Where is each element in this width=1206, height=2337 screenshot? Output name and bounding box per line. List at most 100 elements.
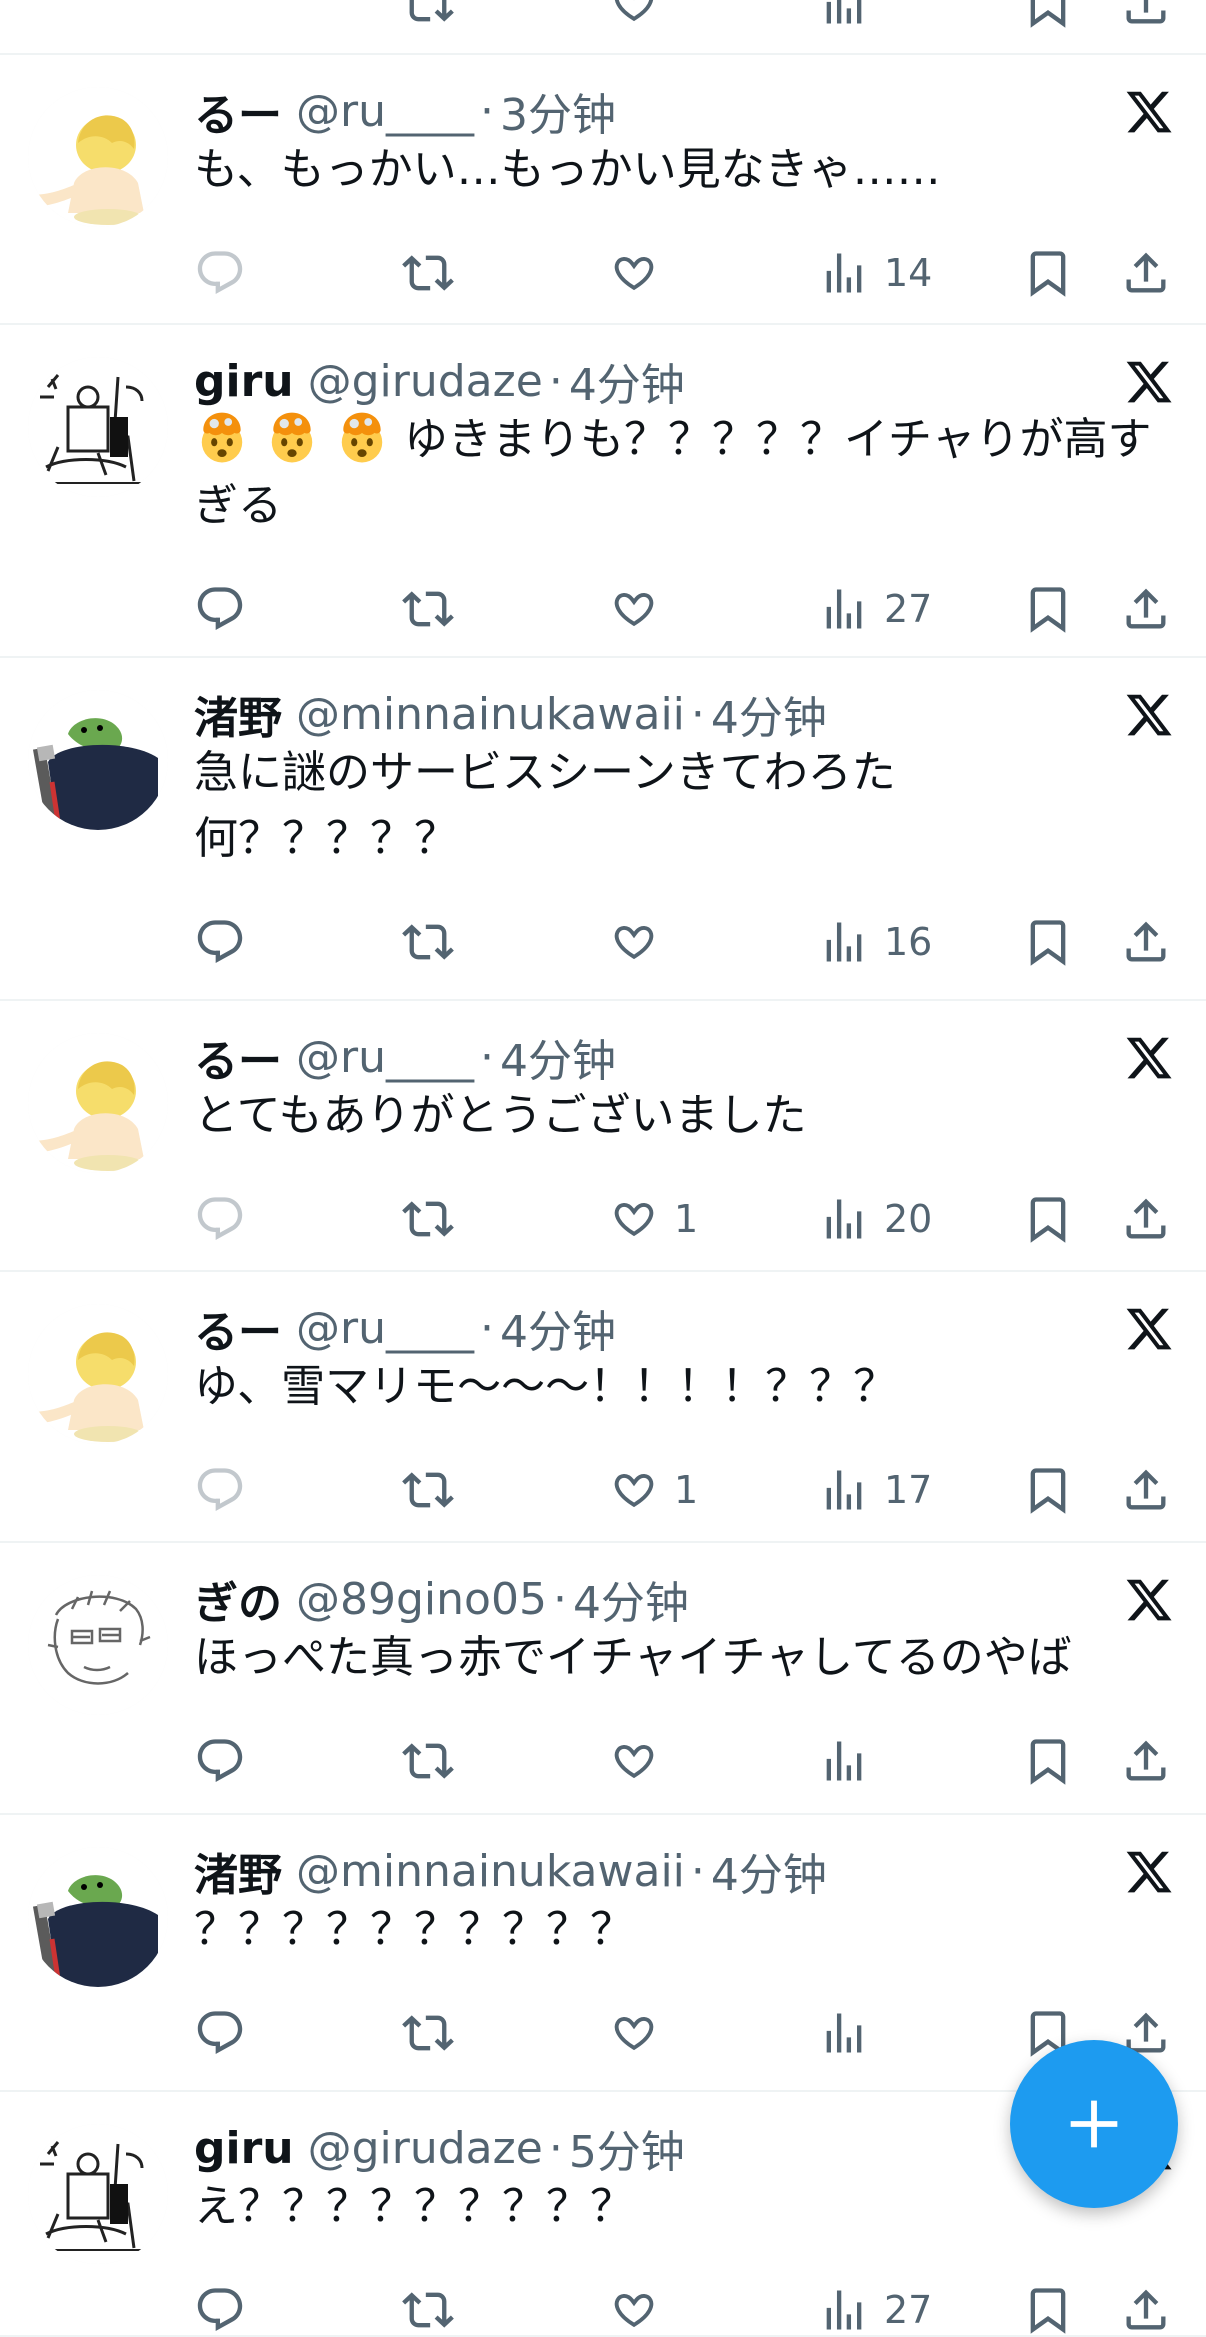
avatar[interactable]: [28, 2124, 168, 2264]
separator-dot: ·: [479, 85, 494, 137]
share-button[interactable]: [1120, 579, 1172, 639]
timestamp[interactable]: 4分钟: [711, 682, 827, 746]
retweet-button[interactable]: [402, 243, 468, 303]
reply-button[interactable]: [194, 1189, 260, 1249]
user-handle[interactable]: @girudaze: [308, 356, 543, 407]
avatar[interactable]: [28, 1847, 168, 1987]
share-button[interactable]: [1120, 0, 1172, 34]
timestamp[interactable]: 4分钟: [500, 1025, 616, 1089]
user-handle[interactable]: @minnainukawaii: [296, 1846, 685, 1897]
like-button[interactable]: 1: [608, 1460, 698, 1520]
reply-button[interactable]: [194, 2003, 260, 2063]
bookmark-button[interactable]: [1022, 2280, 1074, 2337]
bookmark-button[interactable]: [1022, 1731, 1074, 1791]
display-name[interactable]: るー: [194, 1025, 282, 1089]
avatar[interactable]: [28, 1304, 168, 1444]
retweet-button[interactable]: [402, 1460, 468, 1520]
tweet[interactable]: るー @ru____ · 3分钟 も、もっかい…もっかい見なきゃ…… 14: [0, 55, 1206, 325]
like-button[interactable]: [608, 579, 674, 639]
display-name[interactable]: ぎの: [194, 1567, 282, 1631]
share-button[interactable]: [1120, 1731, 1172, 1791]
avatar[interactable]: [28, 357, 168, 497]
reply-button[interactable]: [194, 1460, 260, 1520]
views-button[interactable]: 27: [818, 2280, 932, 2337]
reply-button[interactable]: [194, 243, 260, 303]
like-button[interactable]: [608, 1731, 674, 1791]
user-handle[interactable]: @ru____: [296, 86, 474, 137]
bookmark-button[interactable]: [1022, 0, 1074, 34]
reply-button[interactable]: [194, 2280, 260, 2337]
bookmark-icon: [1022, 583, 1074, 635]
user-handle[interactable]: @minnainukawaii: [296, 689, 685, 740]
timestamp[interactable]: 4分钟: [573, 1567, 689, 1631]
views-button[interactable]: 27: [818, 579, 932, 639]
views-button[interactable]: [818, 1731, 884, 1791]
display-name[interactable]: るー: [194, 79, 282, 143]
bookmark-button[interactable]: [1022, 243, 1074, 303]
retweet-button[interactable]: [402, 579, 468, 639]
retweet-icon: [402, 0, 454, 30]
like-icon: [608, 2007, 660, 2059]
tweet[interactable]: ぎの @89gino05 · 4分钟 ほっぺた真っ赤でイチャイチャしてるのやば: [0, 1543, 1206, 1815]
views-button[interactable]: [818, 2003, 884, 2063]
like-button[interactable]: [608, 243, 674, 303]
views-button[interactable]: 20: [818, 1189, 932, 1249]
tweet[interactable]: るー @ru____ · 4分钟 ゆ、雪マリモ〜〜〜！！！！？？？ 1 17: [0, 1272, 1206, 1543]
timestamp[interactable]: 3分钟: [500, 79, 616, 143]
tweet[interactable]: 渚野 @minnainukawaii · 4分钟？？？？？？？？？？: [0, 1815, 1206, 2092]
avatar[interactable]: [28, 1575, 168, 1715]
tweet[interactable]: giru @girudaze · 4分钟 ゆきまりも？？？？？イチャりが高すぎる 27: [0, 325, 1206, 658]
timestamp[interactable]: 5分钟: [569, 2116, 685, 2180]
views-button[interactable]: 14: [818, 243, 932, 303]
share-button[interactable]: [1120, 912, 1172, 972]
like-button[interactable]: [608, 0, 660, 34]
views-button[interactable]: [818, 0, 870, 34]
share-button[interactable]: [1120, 1189, 1172, 1249]
reply-button[interactable]: [194, 912, 260, 972]
avatar[interactable]: [28, 1033, 168, 1173]
bookmark-button[interactable]: [1022, 912, 1074, 972]
bookmark-button[interactable]: [1022, 579, 1074, 639]
tweet[interactable]: 渚野 @minnainukawaii · 4分钟 急に謎のサービスシーンきてわろた 何？？…: [0, 658, 1206, 1001]
avatar[interactable]: [28, 87, 168, 227]
share-button[interactable]: [1120, 1460, 1172, 1520]
like-button[interactable]: [608, 2280, 674, 2337]
exploding-head-emoji: [264, 408, 320, 464]
views-button[interactable]: 17: [818, 1460, 932, 1520]
views-button[interactable]: 16: [818, 912, 932, 972]
retweet-button[interactable]: [402, 912, 468, 972]
timestamp[interactable]: 4分钟: [711, 1839, 827, 1903]
avatar[interactable]: [28, 690, 168, 830]
tweet[interactable]: るー @ru____ · 4分钟 とてもありがとうございました 1 20: [0, 1001, 1206, 1272]
timestamp[interactable]: 4分钟: [569, 349, 685, 413]
retweet-button[interactable]: [402, 2280, 468, 2337]
like-button[interactable]: [608, 912, 674, 972]
bookmark-button[interactable]: [1022, 1460, 1074, 1520]
reply-button[interactable]: [194, 1731, 260, 1791]
timestamp[interactable]: 4分钟: [500, 1296, 616, 1360]
like-button[interactable]: 1: [608, 1189, 698, 1249]
retweet-button[interactable]: [402, 1731, 468, 1791]
compose-button[interactable]: [1010, 2040, 1178, 2208]
like-button[interactable]: [608, 2003, 674, 2063]
user-handle[interactable]: @girudaze: [308, 2123, 543, 2174]
reply-icon: [194, 2284, 246, 2336]
user-handle[interactable]: @89gino05: [296, 1574, 547, 1625]
share-button[interactable]: [1120, 243, 1172, 303]
display-name[interactable]: 渚野: [194, 682, 282, 746]
user-handle[interactable]: @ru____: [296, 1032, 474, 1083]
tweet-actions: 27: [0, 579, 1206, 639]
bookmark-button[interactable]: [1022, 1189, 1074, 1249]
user-handle[interactable]: @ru____: [296, 1303, 474, 1354]
retweet-button[interactable]: [402, 1189, 468, 1249]
display-name[interactable]: giru: [194, 356, 294, 407]
retweet-button[interactable]: [402, 2003, 468, 2063]
display-name[interactable]: 渚野: [194, 1839, 282, 1903]
retweet-button[interactable]: [402, 0, 454, 34]
views-icon: [818, 583, 870, 635]
separator-dot: ·: [479, 1302, 494, 1354]
display-name[interactable]: るー: [194, 1296, 282, 1360]
display-name[interactable]: giru: [194, 2123, 294, 2174]
reply-button[interactable]: [194, 579, 260, 639]
share-button[interactable]: [1120, 2280, 1172, 2337]
